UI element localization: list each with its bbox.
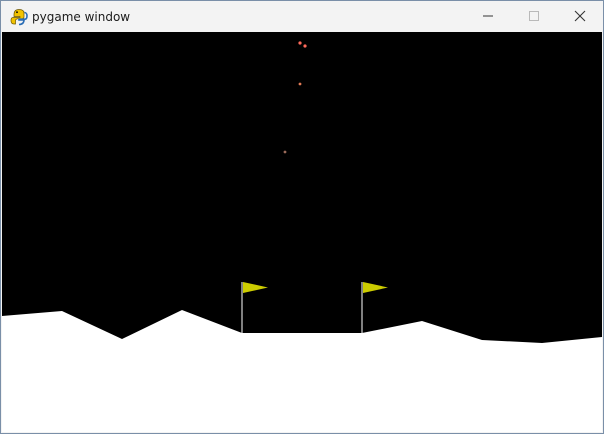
game-canvas[interactable] <box>2 32 602 432</box>
title-bar[interactable]: pygame window <box>1 1 603 32</box>
exhaust-particle <box>283 150 287 154</box>
exhaust-particle <box>298 82 302 86</box>
window-title: pygame window <box>32 10 131 24</box>
maximize-icon <box>528 7 540 26</box>
minimize-icon <box>482 7 494 26</box>
close-button[interactable] <box>557 1 603 32</box>
pygame-snake-icon <box>10 8 28 26</box>
pygame-window: pygame window <box>0 0 604 434</box>
minimize-button[interactable] <box>465 1 511 32</box>
close-icon <box>574 7 586 26</box>
exhaust-particle <box>298 41 302 45</box>
maximize-button[interactable] <box>511 1 557 32</box>
exhaust-particle <box>303 44 307 48</box>
